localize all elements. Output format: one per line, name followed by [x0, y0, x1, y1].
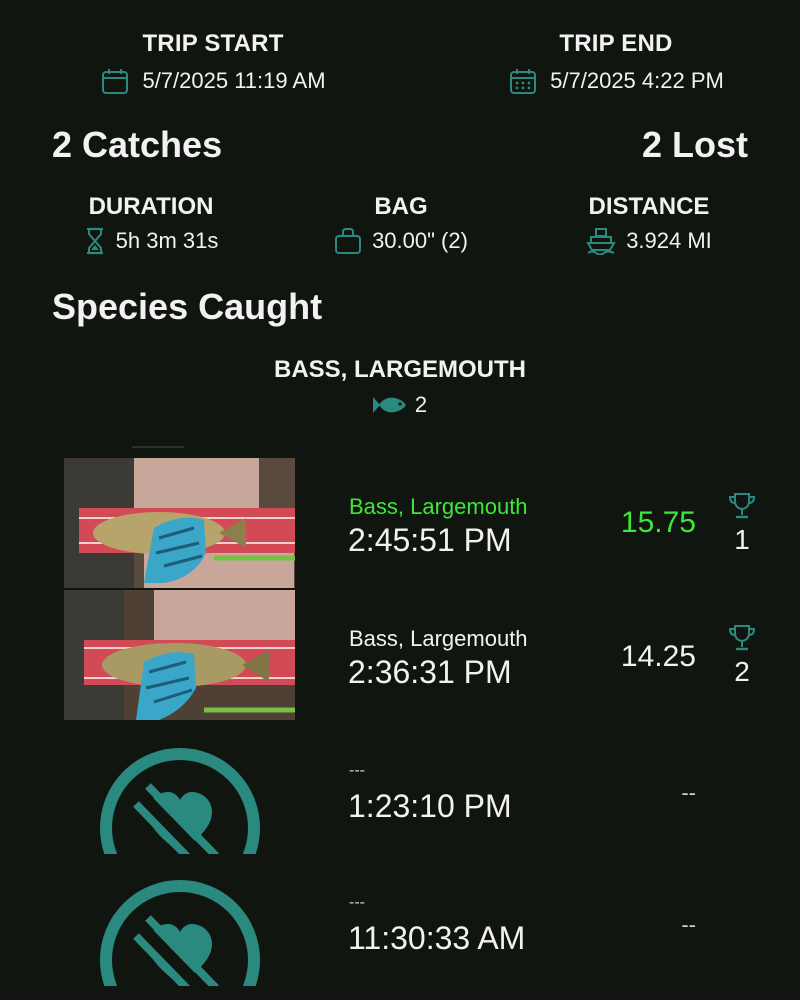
trophy-icon: [728, 492, 756, 525]
catch-rank: 2: [734, 656, 750, 687]
trip-start-value: 5/7/2025 11:19 AM: [142, 68, 326, 93]
species-summary: BASS, LARGEMOUTH 2: [200, 356, 600, 418]
distance-label: DISTANCE: [588, 193, 710, 220]
trip-start-label: TRIP START: [142, 30, 284, 57]
species-count: 2: [414, 392, 428, 417]
bag-label: BAG: [374, 193, 428, 220]
lost-length: --: [681, 912, 696, 937]
lost-species: ---: [349, 894, 365, 911]
duration-value: 5h 3m 31s: [115, 228, 219, 253]
trip-end-label: TRIP END: [559, 30, 673, 57]
lost-count: 2 Lost: [641, 124, 748, 165]
catch-length: 15.75: [620, 506, 696, 539]
catch-time: 2:36:31 PM: [348, 654, 512, 690]
bag-stat: BAG 30.00" (2): [286, 193, 516, 255]
catch-row[interactable]: Bass, Largemouth 2:45:51 PM 15.75 1: [0, 458, 800, 590]
trip-end: TRIP END 5/7/2025 4:22 PM: [446, 30, 786, 96]
fish-lost-icon: [98, 876, 262, 986]
species-caught-title: Species Caught: [52, 286, 323, 327]
calendar-icon: [100, 66, 130, 96]
divider: [132, 446, 184, 448]
bag-icon: [334, 227, 362, 255]
trophy-icon: [728, 624, 756, 657]
fish-icon: [372, 394, 407, 416]
boat-icon: [586, 227, 616, 255]
catch-length: 14.25: [620, 640, 696, 673]
lost-time: 1:23:10 PM: [348, 788, 512, 824]
lost-length: --: [681, 780, 696, 805]
catch-species: Bass, Largemouth: [349, 626, 528, 651]
lost-species: ---: [349, 762, 365, 779]
distance-stat: DISTANCE 3.924 MI: [534, 193, 764, 255]
duration-label: DURATION: [88, 193, 214, 220]
catch-time: 2:45:51 PM: [348, 522, 512, 558]
trip-start: TRIP START 5/7/2025 11:19 AM: [43, 30, 383, 96]
lost-time: 11:30:33 AM: [348, 920, 526, 956]
trip-end-value: 5/7/2025 4:22 PM: [550, 68, 724, 93]
lost-row[interactable]: --- 1:23:10 PM --: [0, 744, 800, 876]
bag-value: 30.00" (2): [372, 228, 468, 253]
catch-rank: 1: [734, 524, 750, 555]
catch-species: Bass, Largemouth: [349, 494, 528, 519]
catch-photo[interactable]: [64, 590, 295, 720]
catch-photo[interactable]: [64, 458, 295, 588]
hourglass-icon: [84, 227, 106, 255]
distance-value: 3.924 MI: [626, 228, 712, 253]
lost-row[interactable]: --- 11:30:33 AM --: [0, 876, 800, 1000]
catches-count: 2 Catches: [52, 124, 223, 165]
duration-stat: DURATION 5h 3m 31s: [36, 193, 266, 255]
catch-row[interactable]: Bass, Largemouth 2:36:31 PM 14.25 2: [0, 590, 800, 722]
species-name: BASS, LARGEMOUTH: [274, 356, 526, 383]
calendar-grid-icon: [508, 66, 538, 96]
fish-lost-icon: [98, 744, 262, 854]
